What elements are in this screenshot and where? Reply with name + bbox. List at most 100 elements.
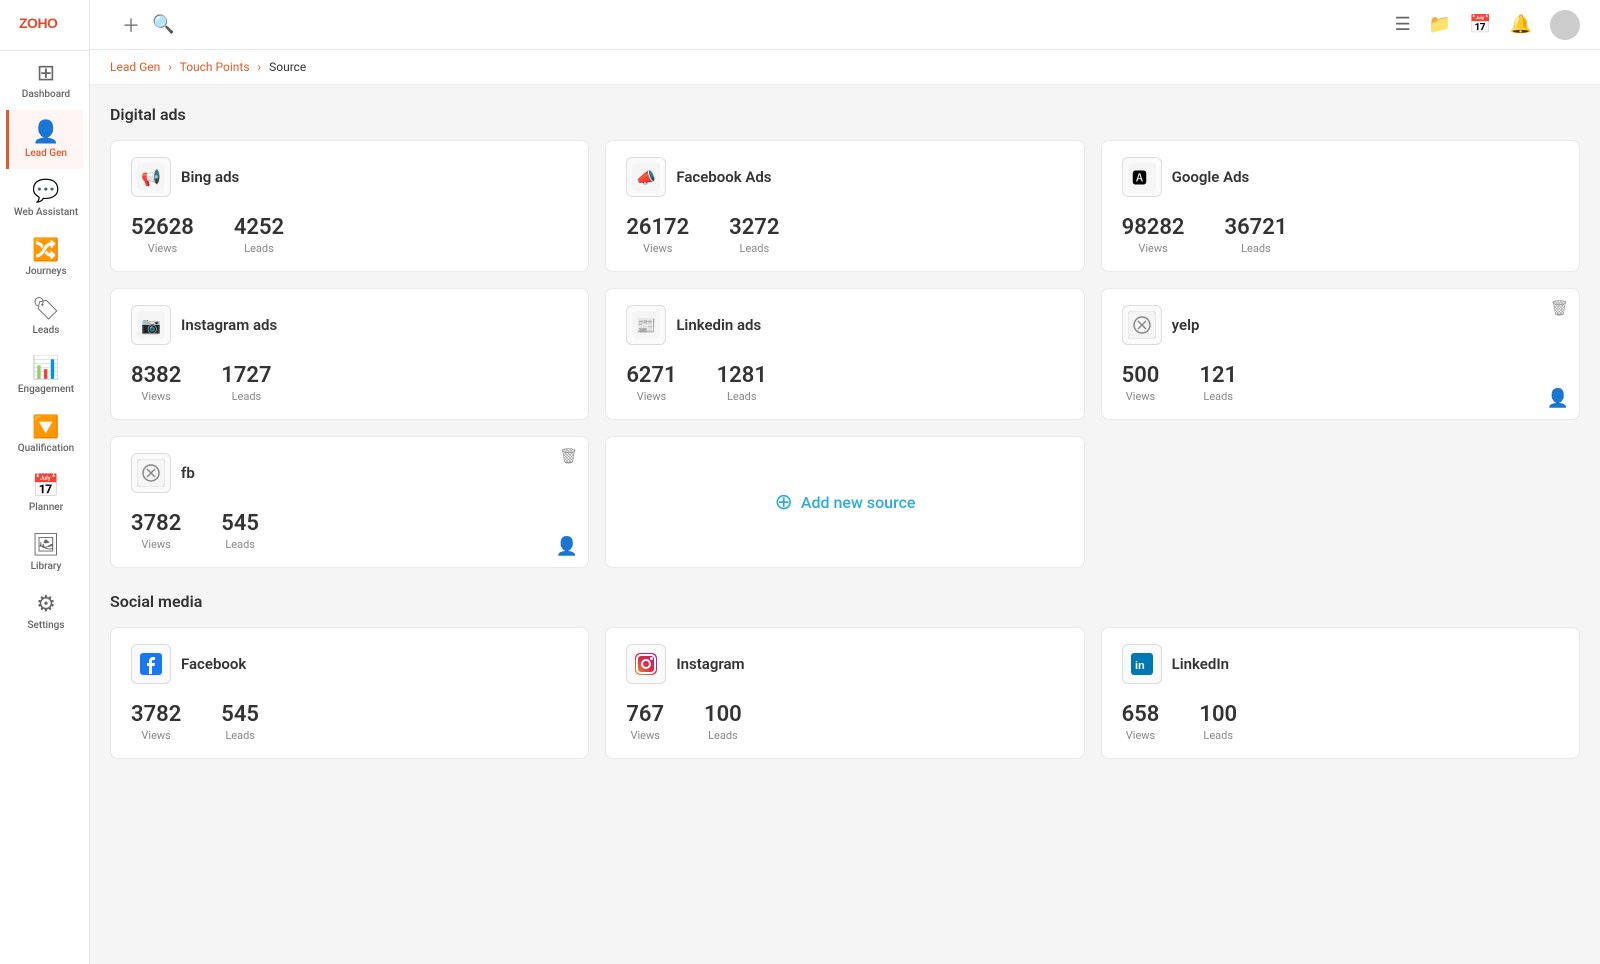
sidebar-item-planner[interactable]: 📅Planner	[6, 464, 83, 523]
card-stats-bing-ads: 52628 Views 4252 Leads	[131, 215, 568, 255]
sidebar-item-label-planner: Planner	[29, 502, 63, 513]
topbar-left: ＋ 🔍	[110, 12, 174, 38]
delete-button-fb[interactable]: 🗑	[559, 447, 578, 465]
leads-label-linkedin-social: Leads	[1199, 729, 1237, 742]
card-icon-linkedin-social: in	[1122, 644, 1162, 684]
views-label-fb: Views	[131, 538, 181, 551]
zoho-logo-text: ZOHO	[19, 14, 71, 36]
leads-label-facebook-social: Leads	[221, 729, 259, 742]
card-header-linkedin-ads: 📰Linkedin ads	[626, 305, 1063, 345]
leads-stat-bing-ads: 4252 Leads	[234, 215, 284, 255]
sidebar-item-label-engagement: Engagement	[18, 384, 74, 395]
bell-icon[interactable]: 🔔	[1510, 14, 1532, 35]
card-header-yelp: yelp	[1122, 305, 1559, 345]
sidebar-item-library[interactable]: 🖼Library	[6, 523, 83, 582]
card-icon-facebook-ads: 📣	[626, 157, 666, 197]
views-label-google-ads: Views	[1122, 242, 1185, 255]
breadcrumb: Lead Gen › Touch Points › Source	[90, 50, 1600, 85]
card-google-ads: 🅰Google Ads98282Views36721Leads	[1101, 140, 1580, 272]
leads-stat-facebook-ads: 3272 Leads	[729, 215, 779, 255]
leads-value-facebook-social: 545	[221, 702, 259, 727]
sidebar-item-settings[interactable]: ⚙Settings	[6, 582, 83, 641]
qualification-icon: 🔽	[32, 415, 59, 440]
leads-stat-yelp: 121Leads	[1199, 363, 1237, 403]
delete-button-yelp[interactable]: 🗑	[1550, 299, 1569, 317]
views-stat-instagram-social: 767Views	[626, 702, 664, 742]
breadcrumb-item-lead-gen[interactable]: Lead Gen	[110, 60, 160, 74]
card-stats-yelp: 500Views121Leads	[1122, 363, 1559, 403]
leads-label-instagram-ads: Leads	[221, 390, 271, 403]
breadcrumb-item-source: Source	[269, 60, 306, 74]
search-button[interactable]: 🔍	[152, 14, 174, 35]
leads-stat-instagram-ads: 1727 Leads	[221, 363, 271, 403]
calendar-icon[interactable]: 📅	[1469, 14, 1491, 35]
sidebar-item-web-assistant[interactable]: 💬Web Assistant	[6, 169, 83, 228]
views-value-facebook-social: 3782	[131, 702, 181, 727]
card-stats-linkedin-social: 658Views 100 Leads	[1122, 702, 1559, 742]
card-instagram-ads: 📷Instagram ads8382Views1727Leads	[110, 288, 589, 420]
card-icon-bing-ads: 📢	[131, 157, 171, 197]
card-facebook-ads: 📣Facebook Ads26172Views3272Leads	[605, 140, 1084, 272]
card-stats-linkedin-ads: 6271Views1281Leads	[626, 363, 1063, 403]
svg-text:📷: 📷	[141, 318, 161, 335]
views-value-yelp: 500	[1122, 363, 1160, 388]
card-fb: 🗑fb3782Views545Leads👤	[110, 436, 589, 568]
list-icon[interactable]: ☰	[1395, 14, 1411, 35]
leads-stat-fb: 545Leads	[221, 511, 259, 551]
sidebar-item-label-settings: Settings	[27, 620, 64, 631]
leads-label-instagram-social: Leads	[704, 729, 742, 742]
leads-icon: 🏷	[32, 297, 60, 322]
card-name-facebook-social: Facebook	[181, 655, 246, 673]
leads-label-bing-ads: Leads	[234, 242, 284, 255]
lead-gen-icon: 👤	[32, 120, 59, 145]
add-button[interactable]: ＋	[122, 12, 140, 38]
card-header-facebook-ads: 📣Facebook Ads	[626, 157, 1063, 197]
views-stat-bing-ads: 52628 Views	[131, 215, 194, 255]
user-badge-yelp: 👤	[1547, 388, 1569, 409]
leads-value-linkedin-social: 100	[1199, 702, 1237, 727]
sidebar-item-engagement[interactable]: 📊Engagement	[6, 346, 83, 405]
sidebar-item-leads[interactable]: 🏷 Leads	[6, 287, 83, 346]
views-stat-linkedin-social: 658Views	[1122, 702, 1160, 742]
add-new-source-card[interactable]: ⊕Add new source	[605, 436, 1084, 568]
views-label-bing-ads: Views	[131, 242, 194, 255]
svg-text:📣: 📣	[636, 169, 656, 187]
leads-value-bing-ads: 4252	[234, 215, 284, 240]
sidebar-item-label-leads: Leads	[33, 325, 60, 336]
card-header-facebook-social: Facebook	[131, 644, 568, 684]
cards-grid-digital-ads: 📢 Bing ads 52628 Views 4252 Leads 📣Facebook Ad…	[110, 140, 1580, 568]
svg-text:ZOHO: ZOHO	[19, 15, 58, 31]
views-value-fb: 3782	[131, 511, 181, 536]
folder-icon[interactable]: 📁	[1429, 14, 1451, 35]
views-stat-fb: 3782 Views	[131, 511, 181, 551]
card-stats-instagram-social: 767Views100Leads	[626, 702, 1063, 742]
sidebar-item-label-journeys: Journeys	[25, 266, 66, 277]
views-value-facebook-ads: 26172	[626, 215, 689, 240]
card-header-google-ads: 🅰 Google Ads	[1122, 157, 1559, 197]
sidebar-item-dashboard[interactable]: ⊞Dashboard	[6, 51, 83, 110]
sidebar-item-lead-gen[interactable]: 👤Lead Gen	[6, 110, 83, 169]
leads-stat-linkedin-ads: 1281Leads	[717, 363, 767, 403]
breadcrumb-item-touch-points[interactable]: Touch Points	[180, 60, 250, 74]
card-header-instagram-social: Instagram	[626, 644, 1063, 684]
card-name-instagram-social: Instagram	[676, 655, 744, 673]
sidebar-item-journeys[interactable]: 🔀Journeys	[6, 228, 83, 287]
card-name-instagram-ads: Instagram ads	[181, 316, 277, 334]
leads-value-instagram-ads: 1727	[221, 363, 271, 388]
leads-label-yelp: Leads	[1199, 390, 1237, 403]
leads-label-linkedin-ads: Leads	[717, 390, 767, 403]
leads-value-facebook-ads: 3272	[729, 215, 779, 240]
views-value-bing-ads: 52628	[131, 215, 194, 240]
card-icon-yelp	[1122, 305, 1162, 345]
user-avatar[interactable]	[1550, 10, 1580, 40]
leads-label-facebook-ads: Leads	[729, 242, 779, 255]
views-value-instagram-social: 767	[626, 702, 664, 727]
svg-text:📢: 📢	[141, 168, 161, 187]
card-name-google-ads: Google Ads	[1172, 168, 1250, 186]
svg-text:🅰: 🅰	[1132, 170, 1147, 187]
card-header-bing-ads: 📢 Bing ads	[131, 157, 568, 197]
sidebar-item-qualification[interactable]: 🔽Qualification	[6, 405, 83, 464]
card-icon-facebook-social	[131, 644, 171, 684]
card-header-fb: fb	[131, 453, 568, 493]
card-name-bing-ads: Bing ads	[181, 168, 239, 186]
